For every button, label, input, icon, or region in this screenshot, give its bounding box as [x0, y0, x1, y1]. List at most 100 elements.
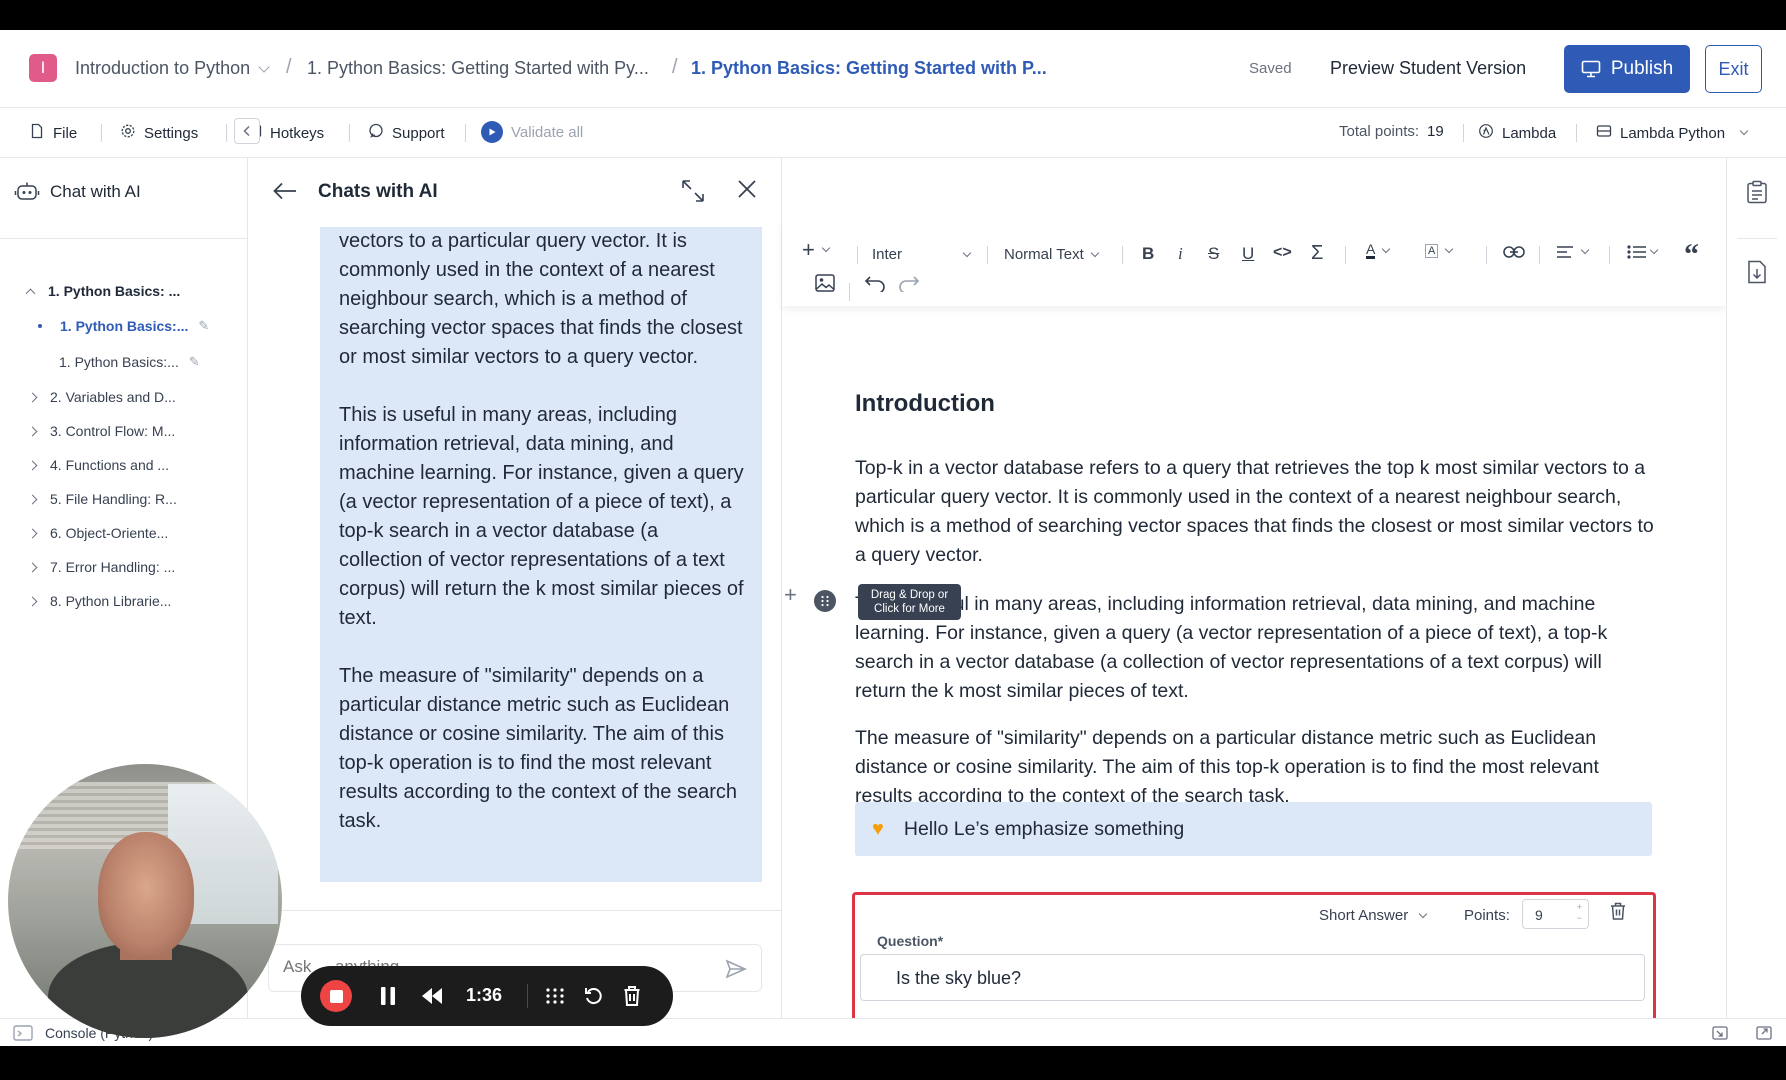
divider — [248, 910, 782, 911]
webcam-overlay[interactable] — [8, 764, 282, 1038]
grid-dots-icon[interactable] — [545, 987, 565, 1005]
list-button[interactable] — [1627, 245, 1659, 259]
link-icon[interactable] — [1503, 245, 1525, 259]
clipboard-icon[interactable] — [1746, 180, 1768, 204]
expand-icon[interactable] — [680, 178, 706, 204]
chevron-up-icon — [25, 288, 36, 298]
breadcrumb-lesson[interactable]: 1. Python Basics: Getting Started with P… — [691, 58, 1047, 79]
total-points-label: Total points: — [1339, 123, 1420, 140]
stepper-arrows[interactable]: + − — [1577, 902, 1582, 924]
text-style-select[interactable]: Normal Text — [1004, 246, 1099, 263]
insert-block-button[interactable]: + — [802, 237, 831, 263]
chat-bubble-icon — [368, 123, 384, 143]
file-menu[interactable]: File — [29, 123, 77, 143]
lambda-selector[interactable]: Lambda — [1478, 123, 1556, 143]
question-input[interactable]: Is the sky blue? — [860, 954, 1645, 1001]
send-icon[interactable] — [725, 958, 747, 980]
tree-item-lesson-1-active[interactable]: 1. Python Basics:... ✎ — [38, 318, 209, 334]
divider — [465, 124, 466, 142]
tree-item-module-1[interactable]: 1. Python Basics: ... — [25, 283, 180, 299]
breadcrumb-module[interactable]: 1. Python Basics: Getting Started with P… — [307, 58, 649, 79]
tree-item-module-5[interactable]: 5. File Handling: R... — [27, 491, 177, 507]
tree-item-module-6[interactable]: 6. Object-Oriente... — [27, 525, 168, 541]
add-block-plus-icon[interactable]: + — [784, 582, 797, 608]
chevron-down-icon — [1580, 245, 1590, 255]
right-tool-rail — [1726, 158, 1786, 1018]
download-file-icon[interactable] — [1747, 260, 1767, 284]
italic-icon[interactable]: i — [1178, 244, 1183, 264]
undo-icon[interactable] — [864, 274, 886, 292]
divider — [0, 238, 248, 239]
tooltip-line: Click for More — [874, 603, 945, 615]
tree-item-lesson-2[interactable]: 1. Python Basics:... ✎ — [59, 354, 200, 370]
robot-icon — [14, 180, 40, 204]
close-icon[interactable] — [736, 178, 758, 200]
question-type-value: Short Answer — [1319, 907, 1409, 924]
stop-record-button[interactable] — [320, 980, 352, 1012]
validate-all-button[interactable]: Validate all — [481, 121, 583, 143]
pause-icon[interactable] — [380, 986, 396, 1006]
gear-icon — [120, 123, 136, 143]
divider — [857, 246, 858, 264]
content-paragraph[interactable]: The measure of "similarity" depends on a… — [855, 724, 1655, 811]
content-paragraph[interactable]: This is useful in many areas, including … — [855, 590, 1655, 706]
console-bar[interactable]: Console (Python) — [0, 1018, 1786, 1046]
trash-icon[interactable] — [1609, 901, 1627, 921]
chevron-down-icon — [1090, 248, 1099, 257]
callout-block[interactable]: ♥ Hello Le’s emphasize something — [855, 802, 1652, 856]
tree-item-module-3[interactable]: 3. Control Flow: M... — [27, 423, 175, 439]
redo-icon[interactable] — [898, 274, 920, 292]
bold-icon[interactable]: B — [1142, 244, 1154, 264]
formula-icon[interactable]: Σ — [1311, 242, 1323, 265]
minimize-icon[interactable] — [1712, 1026, 1728, 1040]
trash-icon[interactable] — [623, 985, 641, 1007]
back-arrow-icon[interactable] — [270, 176, 300, 206]
content-editor: + Inter Normal Text B i S U <> Σ A A “ I… — [782, 158, 1726, 1032]
collapse-sidebar-button[interactable] — [234, 118, 260, 144]
question-block: Short Answer Points: 9 + − Question* Is t… — [852, 892, 1656, 1032]
question-text: Is the sky blue? — [896, 968, 1022, 988]
environment-selector[interactable]: Lambda Python — [1596, 123, 1749, 143]
rewind-icon[interactable] — [421, 987, 443, 1005]
publish-button[interactable]: Publish — [1564, 45, 1690, 93]
pencil-icon[interactable]: ✎ — [189, 354, 200, 370]
chevron-down-icon — [1445, 244, 1454, 254]
points-stepper[interactable]: 9 + − — [1522, 899, 1589, 929]
text-color-button[interactable]: A — [1366, 242, 1391, 259]
restart-icon[interactable] — [584, 986, 604, 1006]
blockquote-icon[interactable]: “ — [1684, 238, 1699, 272]
underline-icon[interactable]: U — [1242, 244, 1254, 264]
ai-message-bubble: vectors to a particular query vector. It… — [320, 227, 762, 882]
code-icon[interactable]: <> — [1273, 244, 1292, 262]
chat-with-ai-label: Chat with AI — [50, 182, 141, 201]
content-paragraph[interactable]: Top-k in a vector database refers to a q… — [855, 454, 1655, 570]
drag-tooltip: Drag & Drop or Click for More — [858, 584, 961, 620]
divider — [101, 124, 102, 142]
chat-with-ai-button[interactable]: Chat with AI — [14, 180, 141, 204]
tree-item-module-4[interactable]: 4. Functions and ... — [27, 457, 169, 473]
highlight-color-button[interactable]: A — [1425, 244, 1454, 258]
breadcrumb-course[interactable]: Introduction to Python — [75, 58, 270, 79]
tree-item-module-2[interactable]: 2. Variables and D... — [27, 389, 176, 405]
font-family-value: Inter — [872, 246, 903, 263]
drag-handle-icon[interactable] — [814, 590, 836, 612]
question-type-select[interactable]: Short Answer — [1319, 907, 1428, 924]
pencil-icon[interactable]: ✎ — [198, 318, 209, 334]
font-family-select[interactable]: Inter — [872, 246, 972, 263]
maximize-icon[interactable] — [1756, 1026, 1772, 1040]
support-menu[interactable]: Support — [368, 123, 445, 143]
question-label: Question* — [877, 933, 944, 949]
image-icon[interactable] — [815, 274, 835, 292]
exit-button[interactable]: Exit — [1705, 45, 1762, 93]
editor-toolbar: + Inter Normal Text B i S U <> Σ A A “ — [782, 220, 1726, 306]
preview-student-button[interactable]: Preview Student Version — [1330, 58, 1526, 79]
chevron-right-icon — [27, 426, 38, 436]
points-value: 9 — [1535, 907, 1543, 923]
strikethrough-icon[interactable]: S — [1208, 244, 1219, 264]
console-icon — [13, 1025, 33, 1041]
tree-item-module-7[interactable]: 7. Error Handling: ... — [27, 559, 175, 575]
settings-menu[interactable]: Settings — [120, 123, 198, 143]
align-button[interactable] — [1556, 245, 1590, 259]
course-logo[interactable]: I — [29, 54, 57, 82]
tree-item-module-8[interactable]: 8. Python Librarie... — [27, 593, 171, 609]
